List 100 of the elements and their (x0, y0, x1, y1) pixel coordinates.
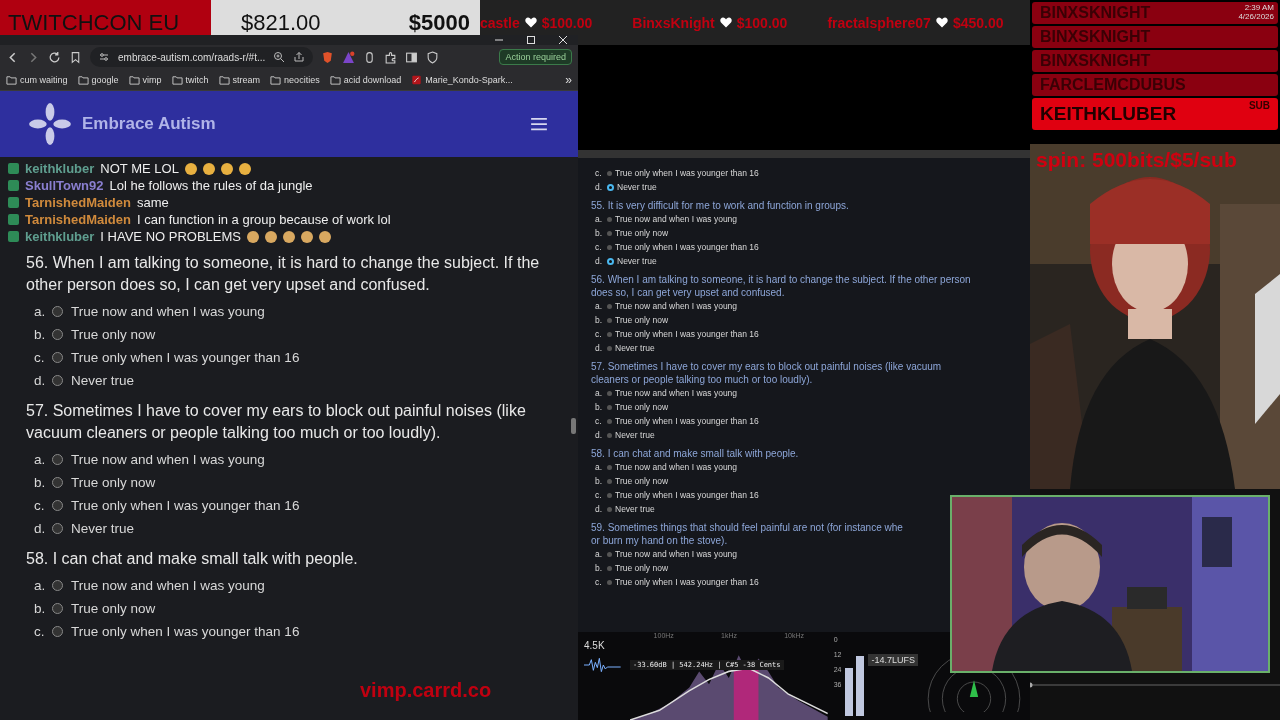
radio-button[interactable] (607, 390, 612, 396)
scrollbar-thumb[interactable] (571, 418, 576, 434)
bookmark-item[interactable]: google (77, 74, 119, 85)
option-label[interactable]: Never true (615, 430, 655, 440)
option-label[interactable]: True only now (71, 327, 156, 342)
radio-button[interactable] (607, 230, 612, 236)
option-label[interactable]: True only now (615, 228, 669, 238)
option-label[interactable]: True now and when I was young (71, 452, 265, 467)
radio-button[interactable] (52, 454, 63, 465)
option-label[interactable]: True now and when I was young (615, 214, 738, 224)
option-label[interactable]: True now and when I was young (615, 388, 738, 398)
close-icon[interactable] (558, 35, 568, 45)
triangle-icon[interactable] (342, 50, 356, 64)
bookmark-item[interactable]: vimp (128, 74, 162, 85)
option-label[interactable]: True only now (71, 475, 156, 490)
radio-button[interactable] (607, 565, 612, 571)
site-title[interactable]: Embrace Autism (82, 114, 216, 134)
share-icon[interactable] (293, 51, 306, 63)
radio-button[interactable] (607, 464, 612, 470)
option-label[interactable]: Never true (71, 373, 135, 388)
radio-button[interactable] (52, 603, 63, 614)
option-label[interactable]: True only now (615, 315, 669, 325)
option-label[interactable]: True only when I was younger than 16 (71, 624, 300, 639)
radio-button[interactable] (607, 345, 612, 351)
option-label[interactable]: True only when I was younger than 16 (615, 577, 759, 587)
radio-button[interactable] (607, 579, 612, 585)
option-label[interactable]: True only now (615, 563, 669, 573)
option-label[interactable]: True only when I was younger than 16 (615, 168, 759, 178)
option-label[interactable]: True only when I was younger than 16 (71, 350, 300, 365)
radio-button[interactable] (607, 492, 612, 498)
option-label[interactable]: True only when I was younger than 16 (615, 242, 759, 252)
option-label[interactable]: True now and when I was young (615, 462, 738, 472)
radio-button[interactable] (607, 404, 612, 410)
option-label[interactable]: True only when I was younger than 16 (615, 416, 759, 426)
more-bookmarks-button[interactable]: » (565, 72, 572, 87)
radio-button[interactable] (607, 317, 612, 323)
option-label[interactable]: Never true (71, 521, 135, 536)
option-label[interactable]: True only now (71, 601, 156, 616)
alert-note: SUB (1248, 100, 1270, 111)
bookmark-item[interactable]: twitch (171, 74, 209, 85)
option-letter: d. (595, 256, 604, 266)
radio-button[interactable] (607, 257, 614, 265)
radio-button[interactable] (607, 216, 612, 222)
option-label[interactable]: True only when I was younger than 16 (615, 490, 759, 500)
option-label[interactable]: True only when I was younger than 16 (615, 329, 759, 339)
radio-button[interactable] (52, 375, 63, 386)
bookmark-item[interactable]: Marie_Kondo-Spark... (411, 74, 513, 85)
option-label[interactable]: Never true (615, 343, 655, 353)
radio-button[interactable] (607, 432, 612, 438)
option-label[interactable]: True only when I was younger than 16 (71, 498, 300, 513)
option-label[interactable]: True now and when I was young (615, 301, 738, 311)
radio-button[interactable] (607, 244, 612, 250)
bookmark-item[interactable]: neocities (270, 74, 320, 85)
radio-button[interactable] (607, 170, 612, 176)
option-label[interactable]: Never true (617, 182, 657, 192)
option-label[interactable]: True now and when I was young (71, 304, 265, 319)
option-label[interactable]: Never true (617, 256, 657, 266)
bookmark-item[interactable]: acid download (329, 74, 402, 85)
address-bar[interactable]: embrace-autism.com/raads-r/#t... (90, 47, 314, 67)
option-label[interactable]: True now and when I was young (71, 578, 265, 593)
maximize-icon[interactable] (526, 35, 536, 45)
radio-button[interactable] (52, 500, 63, 511)
chat-message: NOT ME LOL (100, 161, 179, 176)
radio-button[interactable] (52, 352, 63, 363)
radio-button[interactable] (607, 183, 614, 191)
reload-icon[interactable] (48, 50, 61, 64)
alert-name: KEITHKLUBER (1040, 103, 1177, 125)
action-required-button[interactable]: Action required (499, 49, 572, 65)
sidebar-icon[interactable] (405, 50, 419, 64)
radio-button[interactable] (52, 580, 63, 591)
bookmark-icon[interactable] (69, 50, 82, 64)
option-letter: a. (595, 214, 604, 224)
radio-button[interactable] (52, 306, 63, 317)
emote-icon (319, 230, 331, 243)
folder-icon (6, 74, 17, 85)
menu-icon[interactable] (530, 117, 548, 131)
radio-button[interactable] (607, 418, 612, 424)
puzzle-icon[interactable] (384, 50, 398, 64)
alert-name: FARCLEMCDUBUS (1040, 76, 1186, 94)
shield-icon[interactable] (426, 50, 440, 64)
chat-message: I can function in a group because of work lol (136, 212, 391, 227)
option-label[interactable]: True only now (615, 402, 669, 412)
option-label[interactable]: Never true (615, 504, 655, 514)
radio-button[interactable] (607, 478, 612, 484)
bookmark-item[interactable]: cum waiting (6, 74, 68, 85)
radio-button[interactable] (607, 551, 612, 557)
radio-button[interactable] (607, 506, 612, 512)
option-label[interactable]: True now and when I was young (615, 549, 738, 559)
radio-button[interactable] (607, 303, 612, 309)
bookmark-item[interactable]: stream (218, 74, 261, 85)
question-text: 57. Sometimes I have to cover my ears to block out painful noises (like vacuum cleaners or people talking too much or too loudly). (26, 401, 527, 443)
radio-button[interactable] (52, 329, 63, 340)
radio-button[interactable] (52, 523, 63, 534)
radio-button[interactable] (52, 477, 63, 488)
option-label[interactable]: True only now (615, 476, 669, 486)
zoom-icon[interactable] (273, 51, 286, 63)
radio-button[interactable] (52, 626, 63, 637)
radio-button[interactable] (607, 331, 612, 337)
site-settings-icon[interactable] (98, 51, 110, 63)
option-letter: c. (595, 329, 603, 339)
